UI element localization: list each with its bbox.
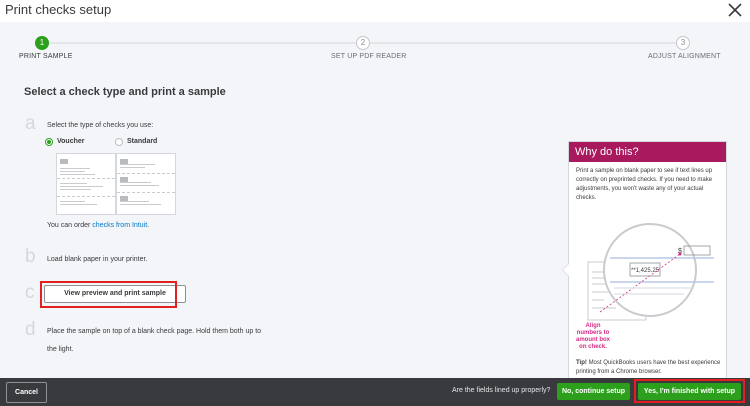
continue-setup-button[interactable]: No, continue setup	[557, 383, 630, 400]
step-letter-d: d	[25, 319, 36, 340]
preview-button-highlight	[40, 281, 177, 308]
page-heading: Select a check type and print a sample	[24, 86, 226, 98]
checks-from-intuit-link[interactable]: checks from Intuit	[92, 222, 147, 229]
illustration-amount: **1,425.25	[631, 268, 660, 274]
load-paper-instruction: Load blank paper in your printer.	[47, 256, 148, 263]
alignment-question: Are the fields lined up properly?	[452, 387, 551, 394]
step-2-indicator: 2	[356, 36, 370, 50]
window-title: Print checks setup	[5, 2, 112, 17]
standard-radio[interactable]	[115, 138, 123, 146]
place-sample-instruction-line1: Place the sample on top of a blank check…	[47, 328, 262, 335]
panel-body: Print a sample on blank paper to see if …	[576, 168, 713, 201]
step-2-label: SET UP PDF READER	[331, 53, 407, 60]
panel-caption: Align numbers to amount box on check.	[576, 323, 610, 350]
stepper-track	[47, 42, 356, 44]
order-checks-text: You can order checks from Intuit.	[47, 222, 149, 229]
finished-button-highlight	[634, 379, 745, 403]
panel-title: Why do this?	[569, 142, 726, 162]
order-checks-prefix: You can order	[47, 222, 91, 229]
voucher-radio[interactable]	[45, 138, 53, 146]
step-3-indicator: 3	[676, 36, 690, 50]
voucher-label[interactable]: Voucher	[57, 138, 85, 145]
dialog-content: 1 2 3 PRINT SAMPLE SET UP PDF READER ADJ…	[0, 22, 750, 381]
step-letter-c: c	[25, 282, 35, 303]
cancel-button[interactable]: Cancel	[6, 382, 47, 403]
order-checks-period: .	[147, 222, 150, 229]
panel-pointer	[562, 263, 569, 277]
step-letter-b: b	[25, 246, 36, 267]
panel-tip: Tip! Most QuickBooks users have the best…	[576, 359, 722, 377]
title-bar: Print checks setup	[0, 0, 750, 22]
standard-label[interactable]: Standard	[127, 138, 157, 145]
step-1-label: PRINT SAMPLE	[19, 53, 73, 60]
stepper-track	[368, 42, 676, 44]
place-sample-instruction-line2: the light.	[47, 346, 74, 353]
tip-text: Most QuickBooks users have the best expe…	[576, 360, 721, 375]
tip-label: Tip!	[576, 360, 587, 366]
step-3-label: ADJUST ALIGNMENT	[648, 53, 721, 60]
standard-check-thumbnail[interactable]	[116, 153, 176, 215]
check-type-instruction: Select the type of checks you use:	[47, 122, 154, 129]
step-letter-a: a	[25, 113, 36, 134]
step-1-indicator: 1	[35, 36, 49, 50]
footer-bar: Cancel Are the fields lined up properly?…	[0, 378, 750, 406]
close-icon[interactable]	[726, 1, 744, 19]
why-do-this-panel: Why do this? Print a sample on blank pap…	[562, 141, 727, 381]
alignment-illustration: **1,425.25 $	[587, 223, 714, 321]
voucher-check-thumbnail[interactable]	[56, 153, 116, 215]
